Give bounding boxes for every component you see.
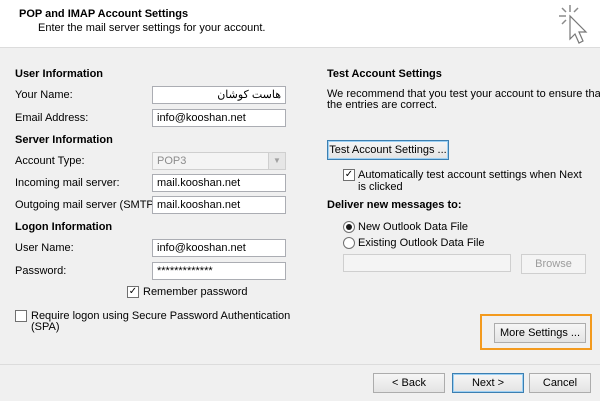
- cursor-click-icon: [559, 5, 588, 44]
- user-info-heading: User Information: [15, 68, 104, 80]
- server-info-heading: Server Information: [15, 134, 113, 146]
- footer-divider: [0, 364, 600, 365]
- new-data-file-radio[interactable]: [343, 221, 355, 233]
- user-name-input[interactable]: info@kooshan.net: [152, 239, 286, 257]
- email-address-input[interactable]: info@kooshan.net: [152, 109, 286, 127]
- outgoing-server-label: Outgoing mail server (SMTP):: [15, 199, 161, 211]
- spa-label-line1: Require logon using Secure Password Auth…: [31, 310, 291, 322]
- incoming-server-label: Incoming mail server:: [15, 177, 120, 189]
- your-name-input[interactable]: هاست کوشان: [152, 86, 286, 104]
- password-input[interactable]: *************: [152, 262, 286, 280]
- spa-label-line2: (SPA): [31, 321, 60, 333]
- password-label: Password:: [15, 265, 67, 277]
- chevron-down-icon: ▼: [268, 153, 285, 169]
- incoming-server-input[interactable]: mail.kooshan.net: [152, 174, 286, 192]
- account-type-value: POP3: [157, 155, 187, 167]
- spa-checkbox[interactable]: [15, 310, 27, 322]
- more-settings-button[interactable]: More Settings ...: [494, 323, 586, 343]
- browse-button[interactable]: Browse: [521, 254, 586, 274]
- account-type-label: Account Type:: [15, 155, 85, 167]
- auto-test-checkbox[interactable]: ✓: [343, 169, 355, 181]
- cancel-button[interactable]: Cancel: [529, 373, 591, 393]
- dialog-title: POP and IMAP Account Settings: [19, 8, 189, 20]
- test-description-line2: the entries are correct.: [327, 99, 438, 111]
- user-name-label: User Name:: [15, 242, 74, 254]
- test-account-settings-button[interactable]: Test Account Settings ...: [327, 140, 449, 160]
- existing-data-file-radio[interactable]: [343, 237, 355, 249]
- email-address-label: Email Address:: [15, 112, 89, 124]
- your-name-label: Your Name:: [15, 89, 73, 101]
- new-data-file-label: New Outlook Data File: [358, 221, 469, 233]
- dialog-header: POP and IMAP Account Settings Enter the …: [0, 0, 600, 48]
- existing-data-file-path[interactable]: [343, 254, 511, 272]
- auto-test-label-line2: is clicked: [358, 181, 403, 193]
- back-button[interactable]: < Back: [373, 373, 445, 393]
- dialog-subtitle: Enter the mail server settings for your …: [38, 22, 266, 34]
- remember-password-label: Remember password: [143, 286, 248, 298]
- deliver-heading: Deliver new messages to:: [327, 199, 462, 211]
- logon-info-heading: Logon Information: [15, 221, 113, 233]
- remember-password-checkbox[interactable]: ✓: [127, 286, 139, 298]
- next-button[interactable]: Next >: [452, 373, 524, 393]
- auto-test-label-line1: Automatically test account settings when…: [358, 169, 582, 181]
- outgoing-server-input[interactable]: mail.kooshan.net: [152, 196, 286, 214]
- test-settings-heading: Test Account Settings: [327, 68, 442, 80]
- existing-data-file-label: Existing Outlook Data File: [358, 237, 485, 249]
- account-type-select[interactable]: POP3 ▼: [152, 152, 286, 170]
